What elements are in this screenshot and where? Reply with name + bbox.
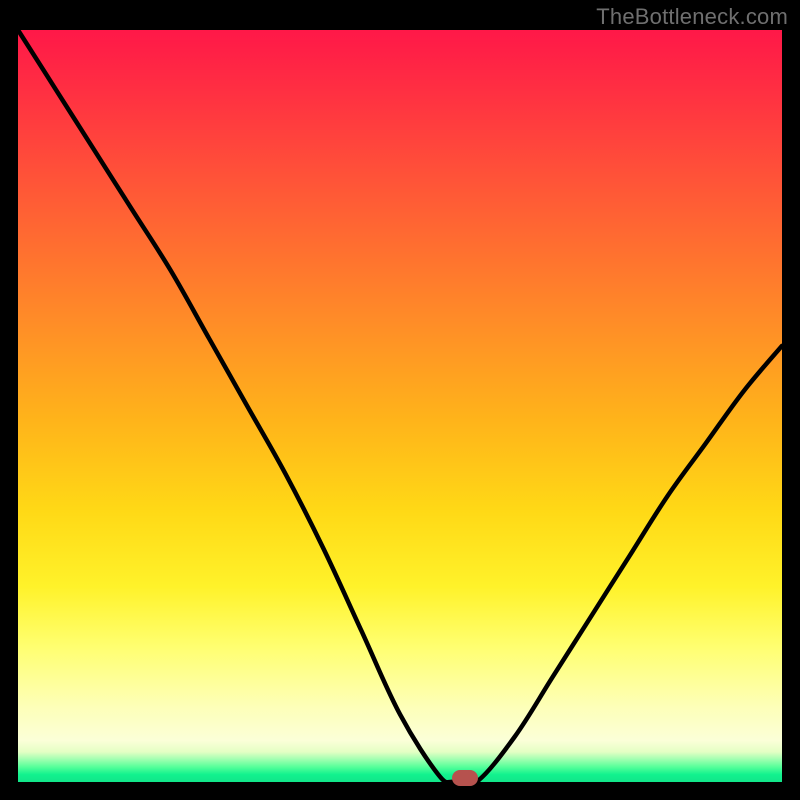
bottleneck-curve [18,30,782,782]
plot-area [18,30,782,782]
attribution-text: TheBottleneck.com [596,4,788,30]
